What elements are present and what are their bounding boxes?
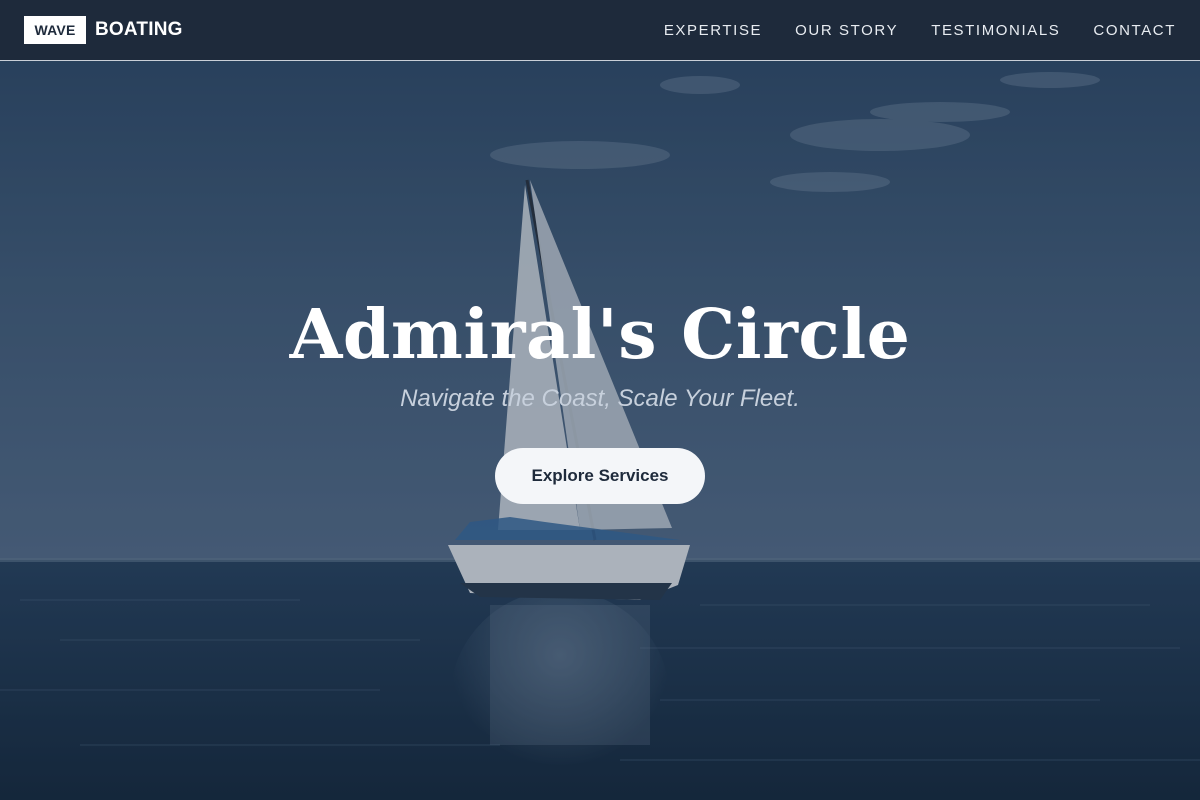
hero-title: Admiral's Circle (289, 295, 911, 375)
nav-link-our-story[interactable]: OUR STORY (795, 22, 898, 39)
brand-badge: WAVE (24, 16, 86, 44)
top-navbar: WAVE BOATING EXPERTISE OUR STORY TESTIMO… (0, 0, 1200, 61)
nav-link-contact[interactable]: CONTACT (1093, 22, 1176, 39)
page: WAVE BOATING EXPERTISE OUR STORY TESTIMO… (0, 0, 1200, 800)
nav-links: EXPERTISE OUR STORY TESTIMONIALS CONTACT (631, 22, 1176, 39)
hero-section: Admiral's Circle Navigate the Coast, Sca… (0, 0, 1200, 800)
hero-subtitle: Navigate the Coast, Scale Your Fleet. (400, 385, 800, 412)
explore-services-button[interactable]: Explore Services (495, 448, 705, 504)
brand-logo[interactable]: WAVE BOATING (24, 16, 183, 44)
nav-link-testimonials[interactable]: TESTIMONIALS (931, 22, 1060, 39)
brand-name: BOATING (95, 19, 183, 40)
nav-link-expertise[interactable]: EXPERTISE (664, 22, 762, 39)
